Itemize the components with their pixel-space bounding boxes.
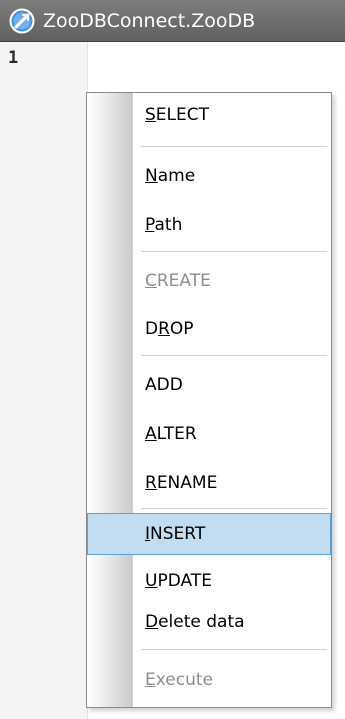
menu-item-create: CREATE — [87, 260, 331, 302]
menu-item-label: Path — [145, 215, 183, 235]
menu-item-label: DROP — [145, 319, 194, 339]
menu-item-label: UPDATE — [145, 571, 212, 591]
menu-item-alter[interactable]: ALTER — [87, 413, 331, 455]
menu-item-label: SELECT — [145, 105, 210, 125]
database-connection-icon — [9, 8, 35, 34]
menu-item-rename[interactable]: RENAME — [87, 462, 331, 504]
menu-separator — [141, 146, 327, 147]
menu-item-execute: Execute — [87, 659, 331, 701]
window-titlebar: ZooDBConnect.ZooDB — [0, 0, 345, 42]
menu-item-path[interactable]: Path — [87, 204, 331, 246]
menu-item-delete-data[interactable]: Delete data — [87, 601, 331, 643]
menu-item-label: INSERT — [145, 524, 206, 544]
line-number-gutter: 1 — [0, 42, 88, 719]
menu-item-label: RENAME — [145, 473, 218, 493]
menu-item-name[interactable]: Name — [87, 155, 331, 197]
menu-item-label: Name — [145, 166, 196, 186]
menu-item-update[interactable]: UPDATE — [87, 560, 331, 602]
menu-separator — [141, 649, 327, 650]
menu-item-label: Execute — [145, 670, 213, 690]
context-menu: SELECT Name Path CREATE DROP ADD ALTER R… — [86, 92, 332, 708]
line-number: 1 — [8, 48, 19, 68]
menu-item-label: ALTER — [145, 424, 197, 444]
window-title: ZooDBConnect.ZooDB — [43, 10, 256, 32]
menu-item-label: ADD — [145, 375, 183, 395]
menu-separator — [141, 251, 327, 252]
menu-separator — [141, 508, 327, 509]
menu-item-label: CREATE — [145, 271, 211, 291]
menu-item-select[interactable]: SELECT — [87, 94, 331, 136]
menu-item-insert[interactable]: INSERT — [87, 513, 331, 555]
menu-separator — [141, 355, 327, 356]
menu-item-drop[interactable]: DROP — [87, 308, 331, 350]
menu-item-add[interactable]: ADD — [87, 364, 331, 406]
menu-item-label: Delete data — [145, 612, 245, 632]
